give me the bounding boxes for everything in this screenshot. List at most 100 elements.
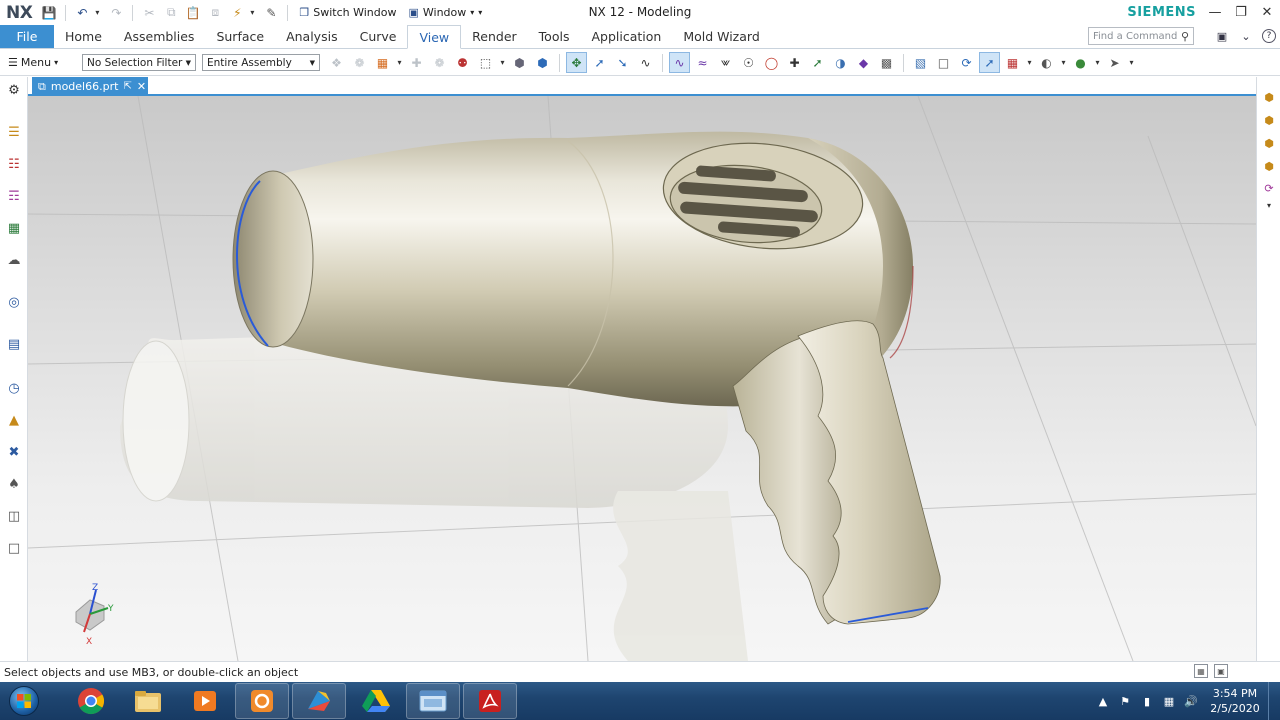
dryer-nozzle-opening[interactable] — [232, 170, 314, 348]
rotate-view-icon[interactable]: ⟳ — [956, 52, 977, 73]
chevron-down-icon[interactable]: ▾ — [1059, 52, 1068, 73]
repeat-command-icon[interactable]: ⚡ — [228, 4, 246, 22]
menu-button[interactable]: ☰ Menu ▾ — [8, 56, 76, 69]
snap-curve-point-icon[interactable]: ≈ — [692, 52, 713, 73]
shaded-cube-icon[interactable]: ⬢ — [532, 52, 553, 73]
tab-curve[interactable]: Curve — [349, 25, 408, 48]
tab-mold-wizard[interactable]: Mold Wizard — [672, 25, 770, 48]
role-icon[interactable]: ♠ — [5, 475, 23, 493]
view-top-icon[interactable]: ⬢ — [1261, 112, 1277, 128]
battery-icon[interactable]: ▮ — [1136, 695, 1158, 708]
redo-icon[interactable]: ↷ — [107, 4, 125, 22]
file-explorer-app-icon[interactable] — [121, 683, 175, 719]
view-refresh-icon[interactable]: ⟳ — [1261, 180, 1277, 196]
status-window-icon[interactable]: ▣ — [1214, 664, 1228, 678]
taskbar-clock[interactable]: 3:54 PM 2/5/2020 — [1202, 686, 1268, 716]
process-studio-icon[interactable]: ▲ — [5, 411, 23, 429]
undo-icon[interactable]: ↶ — [73, 4, 91, 22]
graphics-window[interactable]: Z Y X — [28, 96, 1256, 661]
ribbon-options-chevron-icon[interactable]: ⌄ — [1238, 27, 1254, 45]
status-grid-icon[interactable]: ▦ — [1194, 664, 1208, 678]
switch-window-button[interactable]: ❐ Switch Window — [295, 6, 400, 19]
selection-filter-dropdown[interactable]: No Selection Filter ▼ — [82, 54, 196, 71]
paste-icon[interactable]: 📋 — [184, 4, 202, 22]
restore-icon[interactable]: ❐ — [1228, 0, 1254, 25]
empty-panel-icon[interactable]: □ — [5, 539, 23, 557]
tab-assemblies[interactable]: Assemblies — [113, 25, 206, 48]
document-tab[interactable]: ⧉ model66.prt ⇱ ✕ — [32, 77, 148, 96]
repeat-command-dropdown-icon[interactable]: ▾ — [250, 8, 258, 17]
tab-tools[interactable]: Tools — [528, 25, 581, 48]
action-center-flag-icon[interactable]: ⚑ — [1114, 695, 1136, 708]
selection-scope-icon[interactable]: ▦ — [372, 52, 393, 73]
chevron-down-icon[interactable]: ▾ — [1025, 52, 1034, 73]
reuse-library-icon[interactable]: ▦ — [5, 219, 23, 237]
view-triad[interactable]: Z Y X — [75, 583, 114, 647]
snap-quadrant-icon[interactable]: ⩖ — [715, 52, 736, 73]
snap-point-icon[interactable]: ✚ — [406, 52, 427, 73]
zoom-icon[interactable]: □ — [933, 52, 954, 73]
snap-enable-icon[interactable]: ✥ — [566, 52, 587, 73]
snap-end-point-icon[interactable]: ➚ — [589, 52, 610, 73]
chevron-down-icon[interactable]: ▾ — [1127, 52, 1136, 73]
google-drive-app-icon[interactable] — [349, 683, 403, 719]
chevron-down-icon[interactable]: ▾ — [498, 52, 507, 73]
select-all-icon[interactable]: ⚉ — [452, 52, 473, 73]
window-menu-button[interactable]: ▣ Window ▾ ▾ — [404, 6, 486, 19]
settings-gear-icon[interactable]: ⚙ — [5, 81, 23, 99]
assembly-scope-dropdown[interactable]: Entire Assembly ▼ — [202, 54, 320, 71]
close-tab-icon[interactable]: ✕ — [137, 80, 146, 93]
find-command-input[interactable]: Find a Command ⚲ — [1088, 27, 1194, 45]
view-right-icon[interactable]: ⬢ — [1261, 135, 1277, 151]
snap-on-face-icon[interactable]: ◑ — [830, 52, 851, 73]
chevron-down-icon[interactable]: ▾ — [1261, 197, 1277, 213]
assembly-navigator-icon[interactable]: ☰ — [5, 123, 23, 141]
view-front-icon[interactable]: ⬢ — [1261, 89, 1277, 105]
acrobat-app-icon[interactable] — [463, 683, 517, 719]
chevron-down-icon[interactable]: ▾ — [395, 52, 404, 73]
select-component-icon[interactable]: ❁ — [349, 52, 370, 73]
snap-circle-icon[interactable]: ◯ — [761, 52, 782, 73]
undo-dropdown-icon[interactable]: ▾ — [95, 8, 103, 17]
nx-app-icon[interactable] — [292, 683, 346, 719]
snap-existing-point-icon[interactable]: ✚ — [784, 52, 805, 73]
snap-on-curve-icon[interactable]: ➚ — [807, 52, 828, 73]
select-feature-icon[interactable]: ❖ — [326, 52, 347, 73]
snap-pole-icon[interactable]: ◆ — [853, 52, 874, 73]
duplicate-icon[interactable]: ⧈ — [206, 4, 224, 22]
wireframe-cube-icon[interactable]: ⬢ — [509, 52, 530, 73]
tab-analysis[interactable]: Analysis — [275, 25, 349, 48]
view-isometric-icon[interactable]: ⬢ — [1261, 158, 1277, 174]
tab-home[interactable]: Home — [54, 25, 113, 48]
clock-history-icon[interactable]: ◷ — [5, 379, 23, 397]
ribbon-display-icon[interactable]: ▣ — [1214, 27, 1230, 45]
snap-arc-center-icon[interactable]: ☉ — [738, 52, 759, 73]
part-navigator-icon[interactable]: ☶ — [5, 187, 23, 205]
tab-render[interactable]: Render — [461, 25, 528, 48]
tab-surface[interactable]: Surface — [205, 25, 275, 48]
rendering-style-icon[interactable]: ◐ — [1036, 52, 1057, 73]
chrome-app-icon[interactable] — [64, 683, 118, 719]
snap-control-point-icon[interactable]: ∿ — [635, 52, 656, 73]
snap-bounded-grid-icon[interactable]: ▩ — [876, 52, 897, 73]
model-view[interactable]: Z Y X — [28, 96, 1256, 661]
window-preview-app-icon[interactable] — [406, 683, 460, 719]
copy-icon[interactable]: ⧉ — [162, 4, 180, 22]
show-desktop-button[interactable] — [1268, 682, 1280, 720]
help-icon[interactable]: ? — [1262, 29, 1276, 43]
orient-view-icon[interactable]: ▦ — [1002, 52, 1023, 73]
show-hidden-icons-icon[interactable]: ▲ — [1092, 695, 1114, 708]
start-button[interactable] — [4, 682, 44, 720]
touch-mode-icon[interactable]: ✎ — [262, 4, 280, 22]
snap-mid-point-icon[interactable]: ➘ — [612, 52, 633, 73]
chevron-down-icon[interactable]: ▾ — [1093, 52, 1102, 73]
volume-icon[interactable]: 🔊 — [1180, 695, 1202, 708]
rectangle-select-icon[interactable]: ⬚ — [475, 52, 496, 73]
close-icon[interactable]: ✕ — [1254, 0, 1280, 25]
tab-view[interactable]: View — [407, 25, 462, 49]
fit-view-icon[interactable]: ▧ — [910, 52, 931, 73]
pan-view-icon[interactable]: ➚ — [979, 52, 1000, 73]
manufacturing-wizard-icon[interactable]: ✖ — [5, 443, 23, 461]
cut-icon[interactable]: ✂ — [140, 4, 158, 22]
presentation-app-icon[interactable] — [235, 683, 289, 719]
